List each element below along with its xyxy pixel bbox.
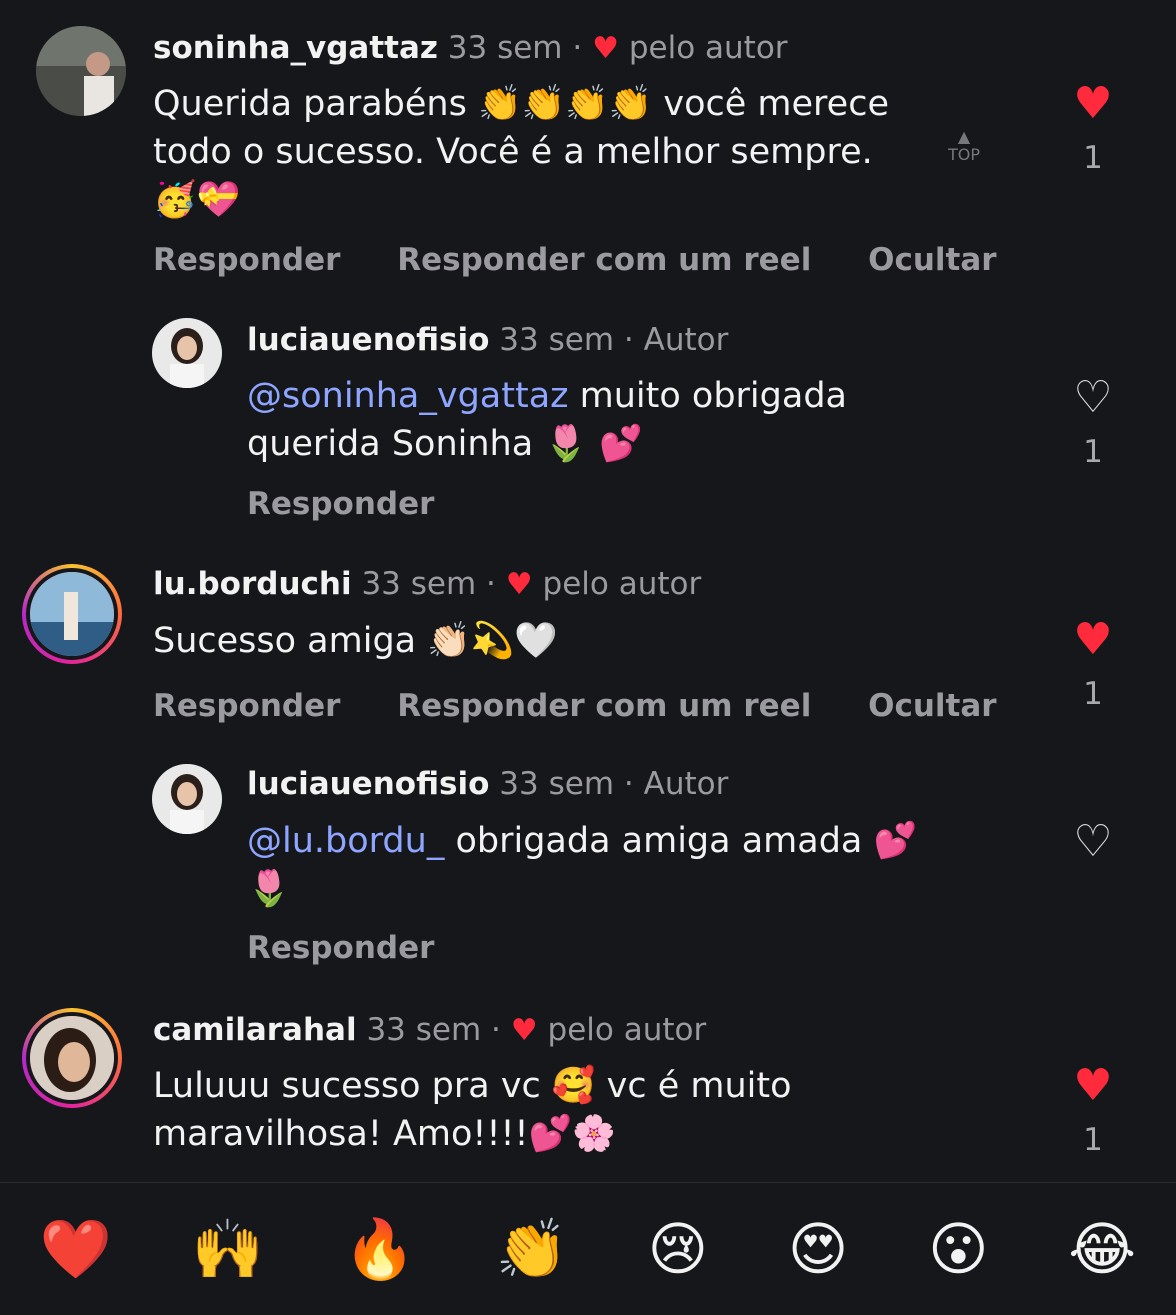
avatar[interactable] xyxy=(152,764,222,834)
avatar[interactable] xyxy=(22,564,122,664)
fire-reaction[interactable]: 🔥 xyxy=(344,1215,416,1284)
comment-line: Luluuu sucesso pra vc 🥰 vc é muito xyxy=(153,1066,792,1106)
heart-filled-icon[interactable]: ♥ xyxy=(1070,82,1116,126)
heart-filled-icon[interactable]: ♥ xyxy=(1070,1064,1116,1108)
reply-button[interactable]: Responder xyxy=(247,930,434,966)
timestamp: 33 sem xyxy=(447,30,563,66)
liked-by-author: pelo autor xyxy=(542,566,702,602)
comment-text: Luluuu sucesso pra vc 🥰 vc é muito marav… xyxy=(153,1062,792,1158)
quick-reaction-bar: ❤️ 🙌 🔥 👏 😢 😍 😮 😂 xyxy=(0,1182,1176,1315)
hide-button[interactable]: Ocultar xyxy=(868,242,996,278)
like-button[interactable]: ♥ 1 xyxy=(1070,82,1116,177)
comment-line: todo o sucesso. Você é a melhor sempre. xyxy=(153,132,873,172)
arrow-up-icon: ▲ xyxy=(957,127,971,146)
like-count: 1 xyxy=(1083,676,1103,712)
timestamp: 33 sem xyxy=(499,766,615,802)
avatar[interactable] xyxy=(36,26,126,116)
username[interactable]: luciauenofisio xyxy=(247,322,489,358)
comment-actions: Responder Responder com um reel Ocultar xyxy=(153,242,1043,278)
like-button[interactable]: ♥ 1 xyxy=(1070,1064,1116,1159)
like-count: 1 xyxy=(1083,1122,1103,1158)
comment-header: camilarahal 33 sem · ♥ pelo autor xyxy=(153,1012,707,1048)
author-tag: Autor xyxy=(643,322,729,358)
heart-icon: ♥ xyxy=(510,1013,538,1048)
comment-text: @soninha_vgattaz muito obrigada querida … xyxy=(247,372,847,468)
surprised-reaction[interactable]: 😮 xyxy=(928,1215,988,1283)
username[interactable]: soninha_vgattaz xyxy=(153,30,438,66)
username[interactable]: lu.borduchi xyxy=(153,566,352,602)
reply-button[interactable]: Responder xyxy=(153,688,340,724)
heart-icon: ♥ xyxy=(592,31,619,66)
red-heart-reaction[interactable]: ❤️ xyxy=(40,1215,112,1284)
clapping-reaction[interactable]: 👏 xyxy=(496,1215,568,1284)
comment-text: Sucesso amiga 👏🏻💫🤍 xyxy=(153,617,558,665)
raising-hands-reaction[interactable]: 🙌 xyxy=(192,1215,264,1284)
top-badge[interactable]: ▲ TOP xyxy=(948,128,980,164)
comment-actions: Responder Responder com um reel Ocultar xyxy=(153,688,1043,724)
hide-button[interactable]: Ocultar xyxy=(868,688,996,724)
timestamp: 33 sem xyxy=(361,566,477,602)
author-tag: Autor xyxy=(643,766,729,802)
like-button[interactable]: ♡ xyxy=(1070,820,1116,864)
heart-eyes-reaction[interactable]: 😍 xyxy=(788,1215,848,1283)
heart-icon: ♥ xyxy=(505,567,533,602)
comment-line: querida Soninha 🌷 💕 xyxy=(247,424,643,464)
liked-by-author: pelo autor xyxy=(547,1012,707,1048)
heart-filled-icon[interactable]: ♥ xyxy=(1070,618,1116,662)
comment-header: lu.borduchi 33 sem · ♥ pelo autor xyxy=(153,566,702,602)
heart-outline-icon[interactable]: ♡ xyxy=(1070,820,1116,864)
comment-line: Querida parabéns 👏👏👏👏 você merece xyxy=(153,84,889,124)
comment-line: 🥳💝 xyxy=(153,180,241,220)
reply-button[interactable]: Responder xyxy=(153,242,340,278)
comment-header: soninha_vgattaz 33 sem · ♥ pelo autor xyxy=(153,30,788,66)
comment-line: maravilhosa! Amo!!!!💕🌸 xyxy=(153,1114,616,1154)
reply-with-reel-button[interactable]: Responder com um reel xyxy=(397,688,811,724)
crying-reaction[interactable]: 😢 xyxy=(648,1215,708,1283)
timestamp: 33 sem xyxy=(499,322,615,358)
avatar[interactable] xyxy=(22,1008,122,1108)
comment-text: @lu.bordu_ obrigada amiga amada 💕 🌷 xyxy=(247,817,917,913)
heart-outline-icon[interactable]: ♡ xyxy=(1070,376,1116,420)
like-button[interactable]: ♥ 1 xyxy=(1070,618,1116,713)
comment-line: 🌷 xyxy=(247,869,291,909)
mention-link[interactable]: @soninha_vgattaz xyxy=(247,376,569,416)
comment-text: Querida parabéns 👏👏👏👏 você merece todo o… xyxy=(153,80,889,224)
timestamp: 33 sem xyxy=(366,1012,482,1048)
laughing-reaction[interactable]: 😂 xyxy=(1068,1215,1136,1283)
username[interactable]: camilarahal xyxy=(153,1012,357,1048)
comment-line: Sucesso amiga 👏🏻💫🤍 xyxy=(153,621,558,661)
comment-actions: Responder xyxy=(247,486,480,522)
comment-actions: Responder xyxy=(247,930,480,966)
username[interactable]: luciauenofisio xyxy=(247,766,489,802)
comment-header: luciauenofisio 33 sem · Autor xyxy=(247,322,729,358)
reply-button[interactable]: Responder xyxy=(247,486,434,522)
mention-link[interactable]: @lu.bordu_ xyxy=(247,821,444,861)
avatar[interactable] xyxy=(152,318,222,388)
like-count: 1 xyxy=(1083,140,1103,176)
like-button[interactable]: ♡ 1 xyxy=(1070,376,1116,471)
like-count: 1 xyxy=(1083,434,1103,470)
comment-header: luciauenofisio 33 sem · Autor xyxy=(247,766,729,802)
liked-by-author: pelo autor xyxy=(628,30,788,66)
reply-with-reel-button[interactable]: Responder com um reel xyxy=(397,242,811,278)
